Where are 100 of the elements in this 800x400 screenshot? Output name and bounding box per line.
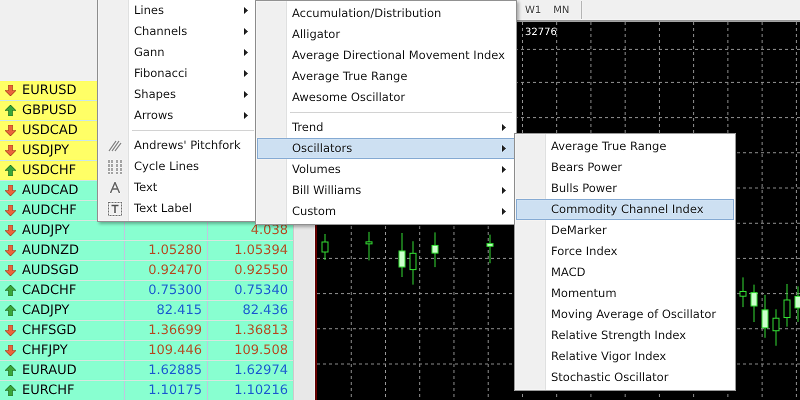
menu-item[interactable]: Accumulation/Distribution	[257, 3, 515, 24]
candlestick	[486, 234, 494, 264]
up-arrow-icon	[5, 285, 16, 296]
bid-price: 109.446	[148, 342, 202, 360]
bid-price: 1.10175	[148, 382, 202, 400]
bid-price: 82.415	[156, 302, 202, 320]
menu-item[interactable]: Stochastic Oscillator	[516, 367, 734, 388]
submenu-arrow-icon	[244, 112, 248, 119]
symbol-name: AUDNZD	[22, 242, 80, 260]
submenu-arrow-icon	[244, 49, 248, 56]
bid-price: 0.92470	[148, 262, 202, 280]
menu-item[interactable]: Force Index	[516, 241, 734, 262]
up-arrow-icon	[5, 165, 16, 176]
candlestick	[772, 308, 780, 346]
menu-item[interactable]: Alligator	[257, 24, 515, 45]
candlestick	[366, 231, 372, 261]
down-arrow-icon	[5, 85, 16, 96]
submenu-arrow-icon	[502, 187, 506, 194]
menu-item[interactable]: Awesome Oscillator	[257, 87, 515, 108]
symbol-row[interactable]: EURCHF 1.10175 1.10216	[0, 381, 293, 400]
menu-item[interactable]: Average Directional Movement Index	[257, 45, 515, 66]
candlestick	[740, 276, 746, 308]
symbol-name: USDCHF	[22, 162, 76, 180]
symbol-name: CADJPY	[22, 302, 70, 320]
down-arrow-icon	[5, 345, 16, 356]
down-arrow-icon	[5, 145, 16, 156]
menu-item[interactable]: Average True Range	[516, 136, 734, 157]
menu-item[interactable]: Cycle Lines	[99, 156, 257, 177]
timeframe-button[interactable]: MN	[553, 2, 570, 18]
bid-price: 0.75300	[148, 282, 202, 300]
symbol-row[interactable]: CADCHF 0.75300 0.75340	[0, 281, 293, 301]
candlestick	[794, 286, 800, 322]
menu-item[interactable]: Channels	[99, 21, 257, 42]
bid-price: 1.36699	[148, 322, 202, 340]
symbol-name: EURCHF	[22, 382, 74, 400]
symbol-name: EURAUD	[22, 362, 77, 380]
menu-item[interactable]: DeMarker	[516, 220, 734, 241]
menu-item[interactable]: Shapes	[99, 84, 257, 105]
up-arrow-icon	[5, 305, 16, 316]
text-frame-icon	[108, 202, 122, 216]
symbol-name: CHFJPY	[22, 342, 68, 360]
menu-item[interactable]: Lines	[99, 0, 257, 21]
menu-item[interactable]: Bulls Power	[516, 178, 734, 199]
ask-price: 82.436	[242, 302, 288, 320]
candlestick	[784, 284, 790, 328]
menu-item[interactable]: Fibonacci	[99, 63, 257, 84]
submenu-arrow-icon	[502, 208, 506, 215]
candlestick	[322, 234, 328, 260]
symbol-name: AUDCAD	[22, 182, 78, 200]
menu-item[interactable]: Average True Range	[257, 66, 515, 87]
vertical-lines-icon	[108, 160, 122, 174]
symbol-name: CADCHF	[22, 282, 76, 300]
symbol-name: CHFSGD	[22, 322, 76, 340]
symbol-name: AUDCHF	[22, 202, 77, 220]
up-arrow-icon	[5, 365, 16, 376]
menu-item[interactable]: Bill Williams	[257, 180, 515, 201]
menu-item[interactable]: Trend	[257, 117, 515, 138]
menu-item[interactable]: Moving Average of Oscillator	[516, 304, 734, 325]
diagonal-lines-icon	[108, 140, 122, 152]
symbol-row[interactable]: CHFJPY 109.446 109.508	[0, 341, 293, 361]
symbol-row[interactable]: EURAUD 1.62885 1.62974	[0, 361, 293, 381]
submenu-arrow-icon	[502, 166, 506, 173]
menu-item[interactable]: Andrews' Pitchfork	[99, 135, 257, 156]
menu-item[interactable]: Bears Power	[516, 157, 734, 178]
menu-item[interactable]: MACD	[516, 262, 734, 283]
submenu-arrow-icon	[502, 124, 506, 131]
symbol-name: AUDSGD	[22, 262, 79, 280]
ask-price: 1.36813	[234, 322, 288, 340]
menu-item[interactable]: Commodity Channel Index	[516, 199, 734, 220]
submenu-arrow-icon	[244, 28, 248, 35]
candlestick	[432, 232, 438, 268]
menu-item[interactable]: Text	[99, 177, 257, 198]
menu-item[interactable]: Text Label	[99, 198, 257, 219]
candlestick	[398, 232, 406, 278]
ask-price: 109.508	[234, 342, 288, 360]
timeframe-button[interactable]: W1	[525, 2, 542, 18]
menu-item[interactable]: Custom	[257, 201, 515, 222]
ask-price: 1.05394	[234, 242, 288, 260]
down-arrow-icon	[5, 125, 16, 136]
symbol-row[interactable]: AUDSGD 0.92470 0.92550	[0, 261, 293, 281]
ask-price: 0.75340	[234, 282, 288, 300]
menu-item[interactable]: Momentum	[516, 283, 734, 304]
symbol-name: USDJPY	[22, 142, 70, 160]
menu-item[interactable]: Relative Strength Index	[516, 325, 734, 346]
bid-price: 1.05280	[148, 242, 202, 260]
symbol-row[interactable]: CHFSGD 1.36699 1.36813	[0, 321, 293, 341]
down-arrow-icon	[5, 225, 16, 236]
up-arrow-icon	[5, 385, 16, 396]
menu-item[interactable]: Arrows	[99, 105, 257, 126]
menu-item[interactable]: Gann	[99, 42, 257, 63]
symbol-row[interactable]: CADJPY 82.415 82.436	[0, 301, 293, 321]
menu-item[interactable]: Volumes	[257, 159, 515, 180]
menu-item[interactable]: Relative Vigor Index	[516, 346, 734, 367]
symbol-name: AUDJPY	[22, 222, 70, 240]
symbol-row[interactable]: AUDNZD 1.05280 1.05394	[0, 241, 293, 261]
candlestick	[762, 294, 768, 338]
symbol-name: GBPUSD	[22, 102, 77, 120]
menu-item[interactable]: Oscillators	[257, 138, 515, 159]
bid-price: 1.62885	[148, 362, 202, 380]
submenu-arrow-icon	[244, 7, 248, 14]
